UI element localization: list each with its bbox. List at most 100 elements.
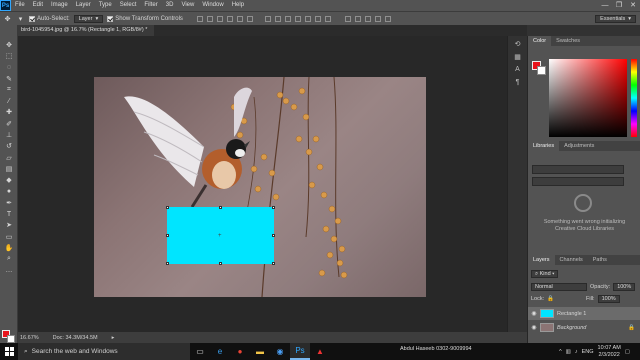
visibility-eye-icon[interactable]: ◉: [531, 324, 537, 331]
move-tool-icon[interactable]: ✥: [3, 14, 12, 23]
dodge-tool-icon[interactable]: ●: [0, 186, 18, 197]
menu-type[interactable]: Type: [95, 0, 116, 11]
language-indicator[interactable]: ENG: [582, 349, 594, 355]
lock-icon[interactable]: 🔒: [547, 296, 554, 302]
zoom-tool-icon[interactable]: ⌕: [0, 254, 18, 265]
status-arrow-icon[interactable]: ▸: [112, 335, 115, 341]
3d-roll-icon[interactable]: [364, 15, 371, 22]
rectangle-tool-icon[interactable]: ▭: [0, 231, 18, 242]
gradient-tool-icon[interactable]: ▤: [0, 163, 18, 174]
crop-tool-icon[interactable]: ⌗: [0, 84, 18, 95]
menu-edit[interactable]: Edit: [29, 0, 47, 11]
transform-handle[interactable]: [166, 262, 169, 265]
volume-icon[interactable]: ♪: [575, 349, 578, 355]
media-player-icon[interactable]: ◉: [270, 343, 290, 360]
notifications-icon[interactable]: ▢: [625, 349, 630, 355]
transform-handle[interactable]: [272, 234, 275, 237]
tab-channels[interactable]: Channels: [555, 255, 588, 265]
transform-handle[interactable]: [219, 262, 222, 265]
blur-tool-icon[interactable]: ◆: [0, 175, 18, 186]
menu-window[interactable]: Window: [198, 0, 227, 11]
align-right-icon[interactable]: [246, 15, 253, 22]
eraser-tool-icon[interactable]: ▱: [0, 152, 18, 163]
transform-handle[interactable]: [219, 206, 222, 209]
dropdown-arrow-icon[interactable]: ▾: [16, 14, 25, 23]
transform-handle[interactable]: [272, 206, 275, 209]
tab-libraries[interactable]: Libraries: [528, 141, 560, 151]
workspace-switcher[interactable]: Essentials ▾: [595, 15, 636, 23]
file-explorer-icon[interactable]: ▬: [250, 343, 270, 360]
color-swatches[interactable]: [2, 330, 16, 344]
menu-select[interactable]: Select: [116, 0, 141, 11]
path-select-tool-icon[interactable]: ➤: [0, 220, 18, 231]
start-button[interactable]: [0, 343, 18, 360]
eyedropper-tool-icon[interactable]: ⁄: [0, 95, 18, 106]
3d-drag-icon[interactable]: [374, 15, 381, 22]
blend-mode-dropdown[interactable]: Normal: [531, 282, 587, 291]
task-view-icon[interactable]: ▭: [190, 343, 210, 360]
auto-align-icon[interactable]: [324, 15, 331, 22]
distribute-bottom-icon[interactable]: [284, 15, 291, 22]
restore-button[interactable]: ❐: [612, 0, 626, 11]
canvas-area[interactable]: +: [18, 36, 507, 332]
align-vcenter-icon[interactable]: [206, 15, 213, 22]
menu-image[interactable]: Image: [47, 0, 72, 11]
properties-panel-icon[interactable]: ▦: [512, 53, 524, 62]
background-color-swatch[interactable]: [537, 66, 546, 75]
more-tools-icon[interactable]: …: [0, 265, 18, 276]
distribute-top-icon[interactable]: [264, 15, 271, 22]
edge-icon[interactable]: e: [210, 343, 230, 360]
opacity-input[interactable]: 100%: [613, 282, 636, 291]
3d-slide-icon[interactable]: [384, 15, 391, 22]
document-canvas[interactable]: +: [94, 77, 426, 297]
minimize-button[interactable]: —: [598, 0, 612, 11]
library-search-input[interactable]: [532, 177, 624, 186]
align-bottom-icon[interactable]: [216, 15, 223, 22]
marquee-tool-icon[interactable]: ⬚: [0, 50, 18, 61]
layer-row-rectangle[interactable]: ◉ Rectangle 1: [528, 307, 640, 320]
tab-color[interactable]: Color: [528, 36, 552, 46]
tab-layers[interactable]: Layers: [528, 255, 555, 265]
layer-row-background[interactable]: ◉ Background 🔒: [528, 321, 640, 334]
menu-filter[interactable]: Filter: [140, 0, 161, 11]
chrome-icon[interactable]: ●: [230, 343, 250, 360]
background-color-swatch[interactable]: [7, 335, 15, 343]
lasso-tool-icon[interactable]: ◌: [0, 62, 18, 73]
color-picker-field[interactable]: [549, 59, 627, 137]
transform-handle[interactable]: [166, 206, 169, 209]
character-panel-icon[interactable]: A: [512, 66, 524, 75]
pen-tool-icon[interactable]: ✒: [0, 197, 18, 208]
menu-file[interactable]: File: [11, 0, 29, 11]
move-tool-icon[interactable]: ✥: [0, 39, 18, 50]
distribute-right-icon[interactable]: [314, 15, 321, 22]
menu-view[interactable]: View: [177, 0, 198, 11]
quick-select-tool-icon[interactable]: ✎: [0, 73, 18, 84]
library-dropdown[interactable]: [532, 165, 624, 174]
distribute-left-icon[interactable]: [294, 15, 301, 22]
tray-arrow-icon[interactable]: ^: [559, 349, 562, 355]
menu-3d[interactable]: 3D: [162, 0, 178, 11]
align-top-icon[interactable]: [196, 15, 203, 22]
document-tab[interactable]: bird-1045954.jpg @ 16.7% (Rectangle 1, R…: [18, 25, 154, 36]
transform-handle[interactable]: [272, 262, 275, 265]
show-transform-checkbox[interactable]: Show Transform Controls: [107, 15, 183, 22]
3d-mode-icon[interactable]: [344, 15, 351, 22]
tab-swatches[interactable]: Swatches: [551, 36, 585, 46]
tab-adjustments[interactable]: Adjustments: [559, 141, 599, 151]
auto-select-dropdown[interactable]: Layer ▾: [73, 14, 104, 23]
photoshop-taskbar-icon[interactable]: Ps: [290, 343, 310, 360]
clock[interactable]: 10:07 AM 2/3/2022: [598, 345, 621, 358]
history-brush-tool-icon[interactable]: ↺: [0, 141, 18, 152]
transform-handle[interactable]: [166, 234, 169, 237]
hue-slider[interactable]: [631, 59, 637, 137]
close-button[interactable]: ✕: [626, 0, 640, 11]
clone-stamp-tool-icon[interactable]: ⊥: [0, 129, 18, 140]
brush-tool-icon[interactable]: ✐: [0, 118, 18, 129]
3d-rotate-icon[interactable]: [354, 15, 361, 22]
auto-select-checkbox[interactable]: Auto-Select:: [29, 15, 70, 22]
menu-help[interactable]: Help: [228, 0, 248, 11]
hand-tool-icon[interactable]: ✋: [0, 242, 18, 253]
distribute-hcenter-icon[interactable]: [304, 15, 311, 22]
history-panel-icon[interactable]: ⟲: [512, 40, 524, 49]
taskbar-search[interactable]: ⌕ Search the web and Windows: [18, 343, 190, 360]
